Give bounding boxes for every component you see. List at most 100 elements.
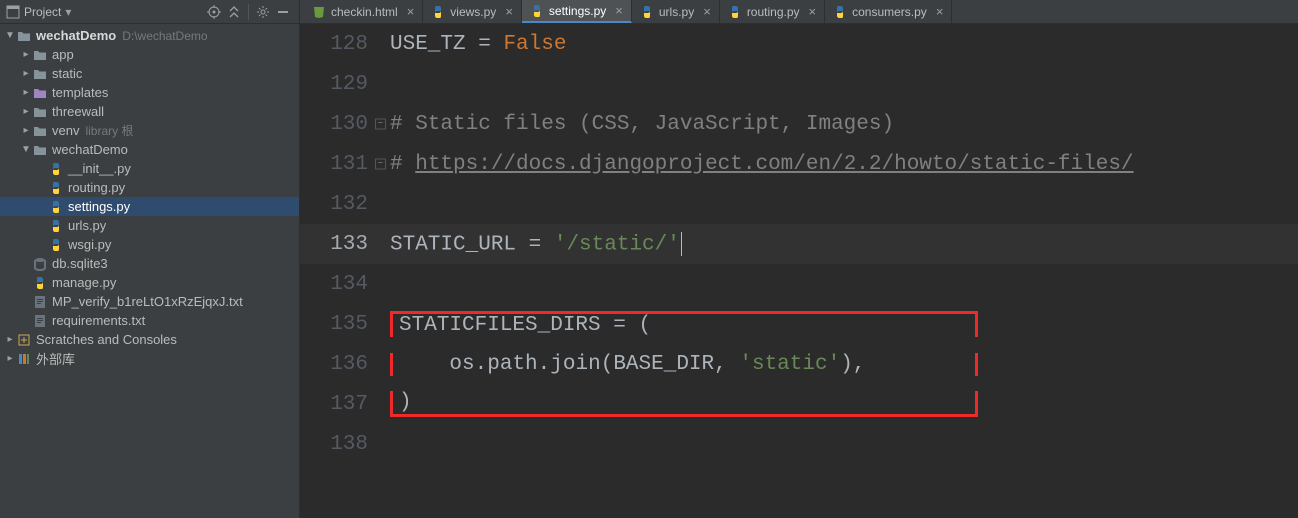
close-icon[interactable]: × <box>703 4 711 19</box>
tree-file[interactable]: urls.py <box>0 216 299 235</box>
project-tree[interactable]: ▼wechatDemoD:\wechatDemo▸app▸static▸temp… <box>0 24 299 518</box>
tree-label: templates <box>52 85 108 100</box>
gutter-line-number: 138 <box>300 433 390 456</box>
chevron-right-icon[interactable]: ▸ <box>4 334 16 345</box>
chevron-right-icon[interactable]: ▸ <box>4 353 16 364</box>
py-icon <box>530 4 544 18</box>
code-line[interactable]: 129 <box>300 64 1298 104</box>
code-content[interactable]: ) <box>390 391 978 417</box>
gutter-line-number: 131− <box>300 153 390 176</box>
gutter-line-number: 136 <box>300 353 390 376</box>
sidebar-header: Project ▾ <box>0 0 299 24</box>
code-line[interactable]: 135STATICFILES_DIRS = ( <box>300 304 1298 344</box>
close-icon[interactable]: × <box>936 4 944 19</box>
code-editor[interactable]: 128USE_TZ = False129130−# Static files (… <box>300 24 1298 518</box>
tree-label: static <box>52 66 82 81</box>
folder-p-icon <box>32 85 48 101</box>
code-content[interactable]: os.path.join(BASE_DIR, 'static'), <box>390 353 978 376</box>
code-content[interactable]: STATIC_URL = '/static/' <box>390 232 1298 257</box>
chevron-right-icon[interactable]: ▸ <box>20 125 32 136</box>
text-caret <box>681 232 682 256</box>
close-icon[interactable]: × <box>809 4 817 19</box>
tree-file[interactable]: MP_verify_b1reLtO1xRzEjqxJ.txt <box>0 292 299 311</box>
gutter-line-number: 134 <box>300 273 390 296</box>
tree-sublabel: D:\wechatDemo <box>122 29 207 43</box>
tree-label: urls.py <box>68 218 106 233</box>
py-icon <box>48 218 64 234</box>
chevron-right-icon[interactable]: ▸ <box>20 106 32 117</box>
code-content[interactable]: # Static files (CSS, JavaScript, Images) <box>390 113 1298 136</box>
tree-folder[interactable]: ▸venvlibrary 根 <box>0 121 299 140</box>
editor-tab[interactable]: views.py× <box>423 0 522 23</box>
gutter-line-number: 128 <box>300 33 390 56</box>
tree-label: MP_verify_b1reLtO1xRzEjqxJ.txt <box>52 294 243 309</box>
code-line[interactable]: 138 <box>300 424 1298 464</box>
tree-folder[interactable]: ▸Scratches and Consoles <box>0 330 299 349</box>
hide-panel-icon[interactable] <box>273 2 293 22</box>
tree-label: routing.py <box>68 180 125 195</box>
editor-tab[interactable]: urls.py× <box>632 0 720 23</box>
tree-file[interactable]: manage.py <box>0 273 299 292</box>
code-content[interactable]: # https://docs.djangoproject.com/en/2.2/… <box>390 153 1298 176</box>
tree-folder[interactable]: ▸ static <box>0 64 299 83</box>
tree-label: wsgi.py <box>68 237 111 252</box>
chevron-right-icon[interactable]: ▸ <box>20 49 32 60</box>
close-icon[interactable]: × <box>407 4 415 19</box>
folder-icon <box>32 142 48 158</box>
tree-folder[interactable]: ▸app <box>0 45 299 64</box>
code-line[interactable]: 132 <box>300 184 1298 224</box>
tree-file[interactable]: requirements.txt <box>0 311 299 330</box>
gutter-line-number: 133 <box>300 233 390 256</box>
code-line[interactable]: 130−# Static files (CSS, JavaScript, Ima… <box>300 104 1298 144</box>
collapse-all-icon[interactable] <box>224 2 244 22</box>
tree-file[interactable]: db.sqlite3 <box>0 254 299 273</box>
close-icon[interactable]: × <box>505 4 513 19</box>
gear-icon[interactable] <box>253 2 273 22</box>
close-icon[interactable]: × <box>615 3 623 18</box>
code-content[interactable]: USE_TZ = False <box>390 33 1298 56</box>
tree-file[interactable]: __init__.py <box>0 159 299 178</box>
tree-label: __init__.py <box>68 161 131 176</box>
gutter-line-number: 132 <box>300 193 390 216</box>
tree-label: settings.py <box>68 199 130 214</box>
tree-label: 外部库 <box>36 349 75 368</box>
editor-tab[interactable]: consumers.py× <box>825 0 952 23</box>
chevron-right-icon[interactable]: ▸ <box>20 87 32 98</box>
py-icon <box>640 5 654 19</box>
chevron-down-icon[interactable]: ▼ <box>4 30 16 41</box>
fold-icon[interactable]: − <box>375 119 386 130</box>
dropdown-icon[interactable]: ▾ <box>65 5 71 19</box>
py-icon <box>48 237 64 253</box>
editor-area: checkin.html×views.py×settings.py×urls.p… <box>300 0 1298 518</box>
tree-file[interactable]: wsgi.py <box>0 235 299 254</box>
tree-folder[interactable]: ▸ 外部库 <box>0 349 299 368</box>
code-line[interactable]: 137) <box>300 384 1298 424</box>
lib-icon <box>16 351 32 367</box>
fold-icon[interactable]: − <box>375 159 386 170</box>
tree-folder[interactable]: ▸threewall <box>0 102 299 121</box>
tree-folder[interactable]: ▼ wechatDemo D:\wechatDemo <box>0 26 299 45</box>
tree-file[interactable]: settings.py <box>0 197 299 216</box>
code-line[interactable]: 131−# https://docs.djangoproject.com/en/… <box>300 144 1298 184</box>
editor-tab[interactable]: settings.py× <box>522 0 632 23</box>
py-icon <box>48 161 64 177</box>
sidebar-title: Project <box>24 5 61 19</box>
txt-icon <box>32 313 48 329</box>
tree-folder[interactable]: ▸ templates <box>0 83 299 102</box>
editor-tab[interactable]: checkin.html× <box>304 0 423 23</box>
editor-tab[interactable]: routing.py× <box>720 0 825 23</box>
folder-icon <box>32 66 48 82</box>
tree-folder[interactable]: ▼wechatDemo <box>0 140 299 159</box>
code-line[interactable]: 136 os.path.join(BASE_DIR, 'static'), <box>300 344 1298 384</box>
code-line[interactable]: 133STATIC_URL = '/static/' <box>300 224 1298 264</box>
code-line[interactable]: 128USE_TZ = False <box>300 24 1298 64</box>
chevron-down-icon[interactable]: ▼ <box>20 144 32 155</box>
scratch-icon <box>16 332 32 348</box>
code-line[interactable]: 134 <box>300 264 1298 304</box>
locate-icon[interactable] <box>204 2 224 22</box>
gutter-line-number: 129 <box>300 73 390 96</box>
tree-label: wechatDemo <box>36 28 116 43</box>
code-content[interactable]: STATICFILES_DIRS = ( <box>390 311 978 337</box>
chevron-right-icon[interactable]: ▸ <box>20 68 32 79</box>
tree-file[interactable]: routing.py <box>0 178 299 197</box>
